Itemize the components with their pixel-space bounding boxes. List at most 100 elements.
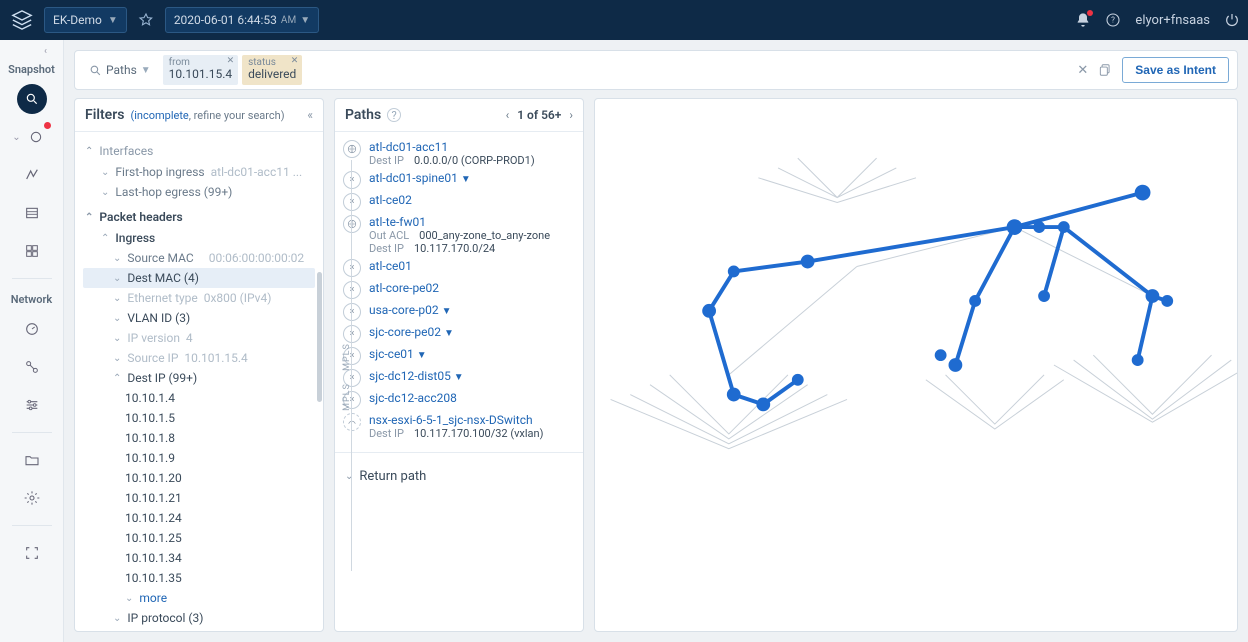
- mpls-label-2: MPLS: [342, 383, 352, 411]
- row-ip-ver[interactable]: ⌄IP version 4: [83, 328, 315, 348]
- scope-label: Paths: [106, 63, 137, 77]
- help-button[interactable]: ?: [1105, 12, 1121, 28]
- row-dest-ip-item[interactable]: 10.10.1.24: [83, 508, 315, 528]
- rail-settings-button[interactable]: [17, 483, 47, 513]
- return-path-toggle[interactable]: ⌄Return path: [343, 463, 575, 490]
- filters-sub-text: , refine your search): [189, 109, 285, 122]
- paths-body: MPLS MPLS atl-dc01-acc11Dest IP0.0.0.0/0…: [335, 132, 583, 631]
- row-src-ip[interactable]: ⌄Source IP 10.101.15.4: [83, 348, 315, 368]
- rail-collapse-icon[interactable]: ‹: [44, 46, 47, 57]
- hop-name: nsx-esxi-6-5-1_sjc-nsx-DSwitch: [369, 413, 543, 427]
- hop-name: atl-core-pe02: [369, 281, 439, 295]
- rail-grid-button[interactable]: [17, 236, 47, 266]
- query-chip[interactable]: ✕statusdelivered: [242, 55, 302, 84]
- rail-intent-button[interactable]: [21, 122, 51, 152]
- row-dest-ip-item[interactable]: 10.10.1.25: [83, 528, 315, 548]
- row-dest-ip-item[interactable]: 10.10.1.8: [83, 428, 315, 448]
- row-l4-dest[interactable]: ⌃L4 dest port (1): [83, 628, 315, 631]
- rail-gauge-button[interactable]: [17, 314, 47, 344]
- hop-icon: [343, 140, 361, 158]
- scope-dropdown[interactable]: Paths ▼: [83, 63, 157, 77]
- chip-remove-icon[interactable]: ✕: [291, 57, 299, 67]
- workspace-select[interactable]: EK-Demo ▼: [44, 7, 127, 33]
- hop-icon: [343, 413, 361, 431]
- rail-topology-button[interactable]: [17, 352, 47, 382]
- path-hop[interactable]: atl-dc01-acc11Dest IP0.0.0.0/0 (CORP-PRO…: [343, 138, 575, 169]
- username[interactable]: elyor+fnsaas: [1135, 13, 1210, 28]
- chevron-down-icon: ▼: [108, 15, 118, 26]
- query-chip[interactable]: ✕from10.101.15.4: [163, 55, 238, 84]
- row-dest-mac[interactable]: ⌄Dest MAC (4): [83, 268, 315, 288]
- path-hop[interactable]: × usa-core-p02 ▼: [343, 301, 575, 323]
- filters-header: Filters (incomplete, refine your search)…: [75, 99, 323, 132]
- hop-icon: ×: [343, 171, 361, 189]
- row-last-hop[interactable]: ⌄Last-hop egress (99+): [83, 182, 315, 202]
- pager-prev[interactable]: ‹: [506, 108, 510, 122]
- row-ip-proto[interactable]: ⌄IP protocol (3): [83, 608, 315, 628]
- save-intent-button[interactable]: Save as Intent: [1122, 57, 1229, 83]
- path-hop[interactable]: ×sjc-core-pe02 ▼: [343, 323, 575, 345]
- row-dest-ip-item[interactable]: 10.10.1.20: [83, 468, 315, 488]
- hop-name: usa-core-p02 ▼: [369, 303, 452, 317]
- hop-icon: ×: [343, 303, 361, 321]
- query-clear-button[interactable]: ✕: [1077, 63, 1088, 78]
- rail-path-button[interactable]: [17, 160, 47, 190]
- query-copy-button[interactable]: [1098, 63, 1112, 77]
- row-dest-ip-item[interactable]: 10.10.1.9: [83, 448, 315, 468]
- row-dest-ip-item[interactable]: 10.10.1.34: [83, 548, 315, 568]
- left-rail: ‹ Snapshot ⌄ Network: [0, 40, 64, 642]
- path-hop[interactable]: atl-te-fw01Out ACL000_any-zone_to_any-zo…: [343, 213, 575, 257]
- row-dest-ip-item[interactable]: 10.10.1.21: [83, 488, 315, 508]
- rail-folder-button[interactable]: [17, 445, 47, 475]
- row-more[interactable]: ⌄more: [83, 588, 315, 608]
- help-icon[interactable]: ?: [387, 108, 401, 122]
- chevron-down-icon: ⌄: [12, 132, 20, 143]
- filters-body: ⌃Interfaces ⌄First-hop ingress atl-dc01-…: [75, 132, 323, 631]
- chip-remove-icon[interactable]: ✕: [227, 57, 235, 67]
- topology-graph[interactable]: [594, 98, 1238, 632]
- path-hop[interactable]: ×atl-core-pe02: [343, 279, 575, 301]
- rail-sliders-button[interactable]: [17, 390, 47, 420]
- pager-next[interactable]: ›: [569, 108, 573, 122]
- hop-name: sjc-ce01 ▼: [369, 347, 427, 361]
- path-hop[interactable]: ×atl-ce01: [343, 257, 575, 279]
- path-hop[interactable]: ×sjc-dc12-dist05 ▼: [343, 367, 575, 389]
- filters-panel: Filters (incomplete, refine your search)…: [74, 98, 324, 632]
- section-packet-headers[interactable]: ⌃Packet headers: [83, 206, 315, 228]
- filters-title: Filters: [85, 107, 124, 123]
- path-hop[interactable]: nsx-esxi-6-5-1_sjc-nsx-DSwitchDest IP10.…: [343, 411, 575, 442]
- row-ingress[interactable]: ⌃Ingress: [83, 228, 315, 248]
- hop-name: atl-dc01-acc11: [369, 140, 535, 154]
- main-area: Paths ▼ ✕from10.101.15.4✕statusdelivered…: [64, 40, 1248, 642]
- row-dest-ip-item[interactable]: 10.10.1.35: [83, 568, 315, 588]
- row-dest-ip-item[interactable]: 10.10.1.4: [83, 388, 315, 408]
- filters-collapse-icon[interactable]: «: [307, 108, 313, 122]
- path-hop[interactable]: ×sjc-dc12-acc208: [343, 389, 575, 411]
- rail-search-button[interactable]: [17, 84, 47, 114]
- hop-icon: ×: [343, 193, 361, 211]
- row-dest-ip-item[interactable]: 10.10.1.5: [83, 408, 315, 428]
- power-button[interactable]: [1224, 12, 1240, 28]
- row-vlan[interactable]: ⌄VLAN ID (3): [83, 308, 315, 328]
- favorite-button[interactable]: [133, 7, 159, 33]
- row-src-mac[interactable]: ⌄Source MAC 00:06:00:00:00:02: [83, 248, 315, 268]
- notifications-button[interactable]: [1075, 12, 1091, 28]
- section-interfaces[interactable]: ⌃Interfaces: [83, 140, 315, 162]
- path-hop[interactable]: ×atl-ce02: [343, 191, 575, 213]
- path-hop[interactable]: × atl-dc01-spine01 ▼: [343, 169, 575, 191]
- snapshot-time-select[interactable]: 2020-06-01 6:44:53 AM ▼: [165, 7, 319, 33]
- rail-table-button[interactable]: [17, 198, 47, 228]
- hop-name: atl-dc01-spine01 ▼: [369, 171, 471, 185]
- app-logo-icon: [8, 6, 36, 34]
- filters-incomplete-link[interactable]: incomplete: [134, 109, 189, 122]
- path-hop[interactable]: ×sjc-ce01 ▼: [343, 345, 575, 367]
- hop-name: atl-ce01: [369, 259, 412, 273]
- hop-icon: ×: [343, 325, 361, 343]
- rail-expand-button[interactable]: [17, 538, 47, 568]
- paths-panel: Paths ? ‹ 1 of 56+ › MPLS MPLS atl-dc01-…: [334, 98, 584, 632]
- row-eth-type[interactable]: ⌄Ethernet type 0x800 (IPv4): [83, 288, 315, 308]
- workspace-name: EK-Demo: [53, 13, 102, 27]
- row-first-hop[interactable]: ⌄First-hop ingress atl-dc01-acc11 ...: [83, 162, 315, 182]
- topbar-right: ? elyor+fnsaas: [1075, 12, 1240, 28]
- row-dest-ip[interactable]: ⌃Dest IP (99+): [83, 368, 315, 388]
